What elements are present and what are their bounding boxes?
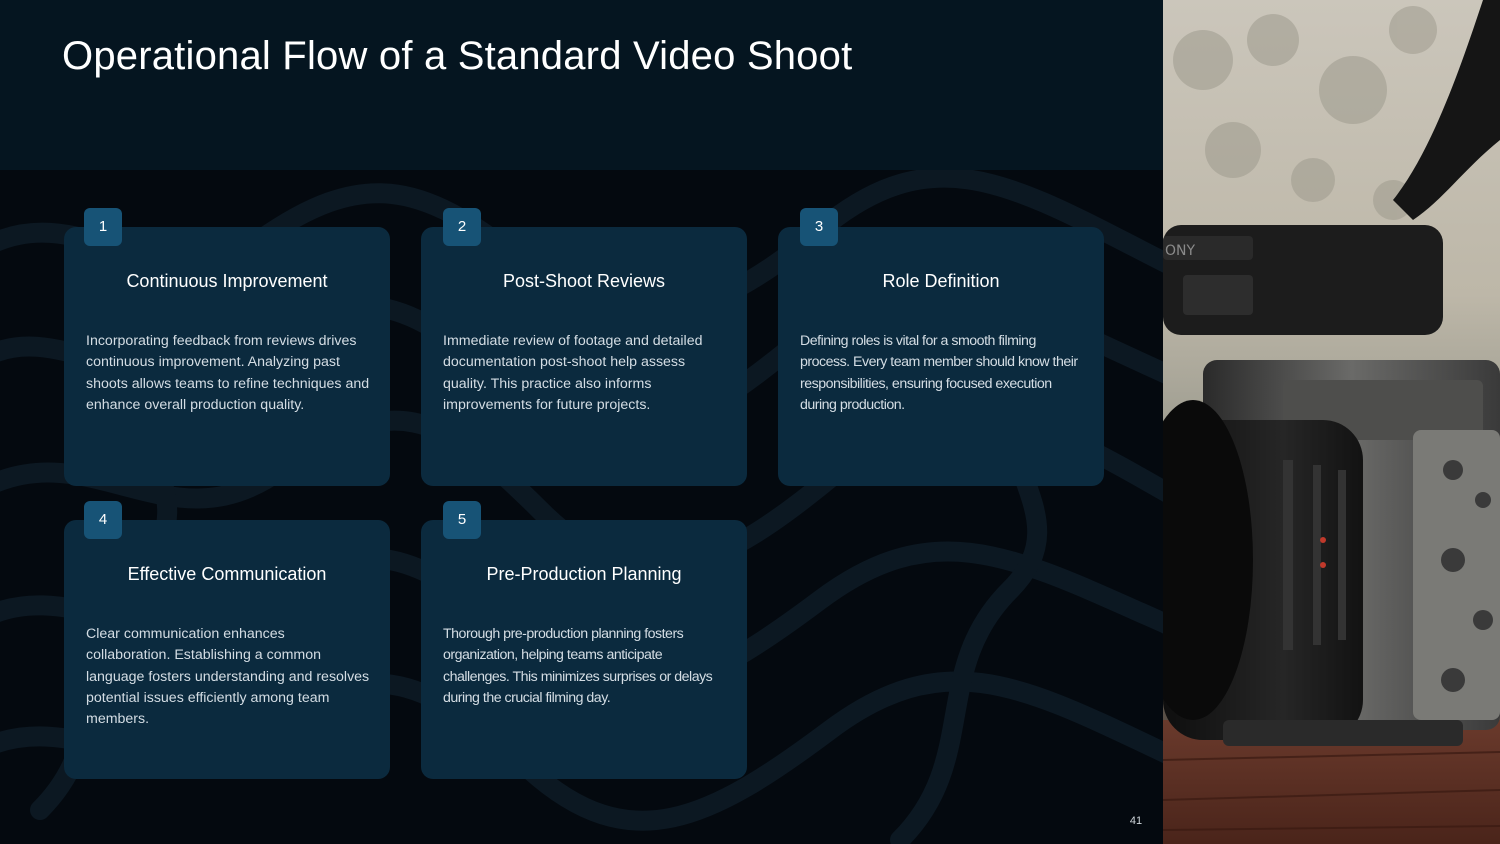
step-badge-2: 2 xyxy=(443,208,481,246)
card-body: Clear communication enhances collaborati… xyxy=(86,626,370,728)
card-title: Continuous Improvement xyxy=(126,271,328,291)
video-camera-photo: ONY xyxy=(1163,0,1500,844)
content-panel: Operational Flow of a Standard Video Sho… xyxy=(0,0,1163,844)
step-badge-3: 3 xyxy=(800,208,838,246)
slide: Operational Flow of a Standard Video Sho… xyxy=(0,0,1500,844)
step-badge-1: 1 xyxy=(84,208,122,246)
card-role-definition: Role Definition Defining roles is vital … xyxy=(778,227,1104,486)
card-title: Role Definition xyxy=(882,271,1000,291)
svg-text:ONY: ONY xyxy=(1165,243,1195,259)
step-badge-4: 4 xyxy=(84,501,122,539)
card-title: Effective Communication xyxy=(127,564,327,584)
card-title: Pre-Production Planning xyxy=(486,564,682,584)
card-title: Post-Shoot Reviews xyxy=(502,271,666,291)
card-body: Immediate review of footage and detailed… xyxy=(443,333,703,413)
card-pre-production-planning: Pre-Production Planning Thorough pre-pro… xyxy=(421,520,747,779)
page-number: 41 xyxy=(1129,815,1143,827)
card-body: Thorough pre-production planning fosters… xyxy=(443,626,713,706)
card-continuous-improvement: Continuous Improvement Incorporating fee… xyxy=(64,227,390,486)
card-post-shoot-reviews: Post-Shoot Reviews Immediate review of f… xyxy=(421,227,747,486)
card-body: Defining roles is vital for a smooth fil… xyxy=(800,333,1078,413)
card-body: Incorporating feedback from reviews driv… xyxy=(86,333,370,413)
page-title: Operational Flow of a Standard Video Sho… xyxy=(62,34,853,78)
step-badge-5: 5 xyxy=(443,501,481,539)
card-effective-communication: Effective Communication Clear communicat… xyxy=(64,520,390,779)
title-band xyxy=(0,0,1163,170)
